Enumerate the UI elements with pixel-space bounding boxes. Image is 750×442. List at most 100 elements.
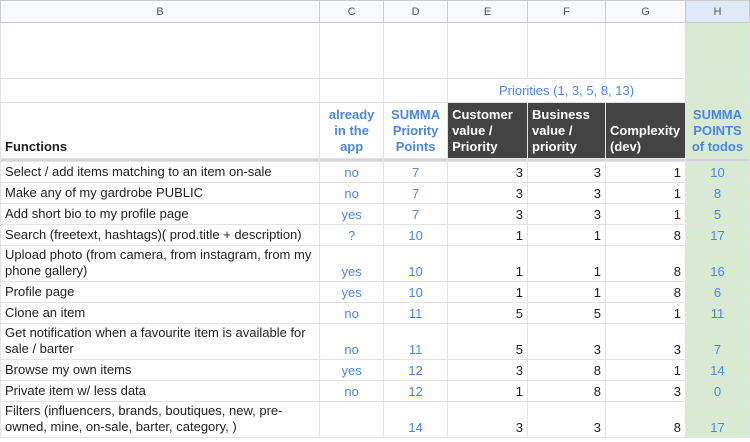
- cell-function[interactable]: Search (freetext, hashtags)( prod.title …: [0, 224, 321, 246]
- cell-summa-priority[interactable]: 7: [383, 161, 449, 183]
- cell-complexity[interactable]: 1: [604, 161, 686, 183]
- column-header-h[interactable]: H: [684, 0, 750, 23]
- cell-business-value[interactable]: 1: [527, 245, 606, 282]
- cell-blank[interactable]: [383, 22, 449, 79]
- column-header-c[interactable]: C: [319, 0, 385, 23]
- cell-function[interactable]: Browse my own items: [0, 359, 321, 381]
- cell-already-in-app[interactable]: yes: [319, 203, 385, 225]
- cell-complexity[interactable]: 8: [604, 401, 686, 438]
- cell-already-in-app[interactable]: no: [319, 323, 385, 360]
- cell-summa-todos[interactable]: 14: [684, 359, 750, 381]
- cell-complexity[interactable]: 1: [604, 182, 686, 204]
- cell-customer-value[interactable]: 3: [447, 359, 529, 381]
- cell-blank[interactable]: [684, 78, 750, 103]
- cell-function[interactable]: Clone an item: [0, 302, 321, 324]
- cell-function[interactable]: Add short bio to my profile page: [0, 203, 321, 225]
- cell-function[interactable]: Private item w/ less data: [0, 380, 321, 402]
- cell-summa-todos[interactable]: 7: [684, 323, 750, 360]
- header-complexity[interactable]: Complexity (dev): [604, 102, 686, 159]
- cell-business-value[interactable]: 5: [527, 302, 606, 324]
- cell-business-value[interactable]: 3: [527, 203, 606, 225]
- cell-blank[interactable]: [447, 22, 529, 79]
- cell-business-value[interactable]: 3: [527, 161, 606, 183]
- cell-blank[interactable]: [0, 22, 321, 79]
- cell-complexity[interactable]: 8: [604, 281, 686, 303]
- cell-summa-todos[interactable]: 17: [684, 224, 750, 246]
- cell-function[interactable]: Upload photo (from camera, from instagra…: [0, 245, 321, 282]
- cell-customer-value[interactable]: 1: [447, 281, 529, 303]
- cell-business-value[interactable]: 8: [527, 380, 606, 402]
- header-already-in-app[interactable]: already in the app: [319, 102, 385, 159]
- cell-complexity[interactable]: 8: [604, 245, 686, 282]
- cell-already-in-app[interactable]: ?: [319, 224, 385, 246]
- cell-blank[interactable]: [383, 78, 449, 103]
- cell-blank[interactable]: [684, 22, 750, 79]
- cell-summa-priority[interactable]: 14: [383, 401, 449, 438]
- column-header-g[interactable]: G: [604, 0, 686, 23]
- cell-complexity[interactable]: 1: [604, 302, 686, 324]
- cell-function[interactable]: Get notification when a favourite item i…: [0, 323, 321, 360]
- cell-already-in-app[interactable]: no: [319, 182, 385, 204]
- cell-complexity[interactable]: 8: [604, 224, 686, 246]
- cell-business-value[interactable]: 3: [527, 401, 606, 438]
- header-summa-priority[interactable]: SUMMA Priority Points: [383, 102, 449, 159]
- cell-customer-value[interactable]: 3: [447, 161, 529, 183]
- cell-complexity[interactable]: 3: [604, 380, 686, 402]
- cell-complexity[interactable]: 1: [604, 359, 686, 381]
- header-customer-value[interactable]: Customer value / Priority: [447, 102, 529, 159]
- cell-already-in-app[interactable]: no: [319, 380, 385, 402]
- cell-blank[interactable]: [319, 22, 385, 79]
- cell-business-value[interactable]: 1: [527, 281, 606, 303]
- priorities-label[interactable]: Priorities (1, 3, 5, 8, 13): [447, 78, 686, 103]
- cell-summa-priority[interactable]: 11: [383, 323, 449, 360]
- column-header-f[interactable]: F: [527, 0, 606, 23]
- cell-customer-value[interactable]: 5: [447, 302, 529, 324]
- cell-summa-priority[interactable]: 10: [383, 245, 449, 282]
- cell-summa-priority[interactable]: 10: [383, 281, 449, 303]
- cell-summa-todos[interactable]: 8: [684, 182, 750, 204]
- cell-summa-priority[interactable]: 11: [383, 302, 449, 324]
- cell-customer-value[interactable]: 1: [447, 224, 529, 246]
- cell-customer-value[interactable]: 3: [447, 182, 529, 204]
- cell-summa-todos[interactable]: 6: [684, 281, 750, 303]
- cell-function[interactable]: Filters (influencers, brands, boutiques,…: [0, 401, 321, 438]
- cell-summa-priority[interactable]: 10: [383, 224, 449, 246]
- cell-business-value[interactable]: 8: [527, 359, 606, 381]
- cell-customer-value[interactable]: 5: [447, 323, 529, 360]
- cell-business-value[interactable]: 3: [527, 323, 606, 360]
- cell-blank[interactable]: [527, 22, 606, 79]
- cell-business-value[interactable]: 3: [527, 182, 606, 204]
- cell-summa-priority[interactable]: 7: [383, 182, 449, 204]
- cell-function[interactable]: Profile page: [0, 281, 321, 303]
- cell-business-value[interactable]: 1: [527, 224, 606, 246]
- cell-already-in-app[interactable]: [319, 401, 385, 438]
- cell-customer-value[interactable]: 3: [447, 401, 529, 438]
- cell-already-in-app[interactable]: yes: [319, 359, 385, 381]
- cell-already-in-app[interactable]: yes: [319, 281, 385, 303]
- column-header-d[interactable]: D: [383, 0, 449, 23]
- cell-summa-todos[interactable]: 17: [684, 401, 750, 438]
- column-header-e[interactable]: E: [447, 0, 529, 23]
- cell-summa-priority[interactable]: 12: [383, 359, 449, 381]
- cell-customer-value[interactable]: 1: [447, 380, 529, 402]
- cell-summa-todos[interactable]: 0: [684, 380, 750, 402]
- cell-function[interactable]: Select / add items matching to an item o…: [0, 161, 321, 183]
- cell-already-in-app[interactable]: no: [319, 161, 385, 183]
- cell-customer-value[interactable]: 1: [447, 245, 529, 282]
- cell-blank[interactable]: [319, 78, 385, 103]
- cell-summa-todos[interactable]: 5: [684, 203, 750, 225]
- cell-summa-priority[interactable]: 7: [383, 203, 449, 225]
- cell-customer-value[interactable]: 3: [447, 203, 529, 225]
- header-functions[interactable]: Functions: [0, 102, 321, 159]
- cell-already-in-app[interactable]: yes: [319, 245, 385, 282]
- cell-blank[interactable]: [604, 22, 686, 79]
- header-business-value[interactable]: Business value / priority: [527, 102, 606, 159]
- cell-summa-todos[interactable]: 11: [684, 302, 750, 324]
- cell-blank[interactable]: [0, 78, 321, 103]
- cell-function[interactable]: Make any of my gardrobe PUBLIC: [0, 182, 321, 204]
- cell-complexity[interactable]: 3: [604, 323, 686, 360]
- cell-summa-todos[interactable]: 16: [684, 245, 750, 282]
- cell-summa-priority[interactable]: 12: [383, 380, 449, 402]
- cell-summa-todos[interactable]: 10: [684, 161, 750, 183]
- column-header-b[interactable]: B: [0, 0, 321, 23]
